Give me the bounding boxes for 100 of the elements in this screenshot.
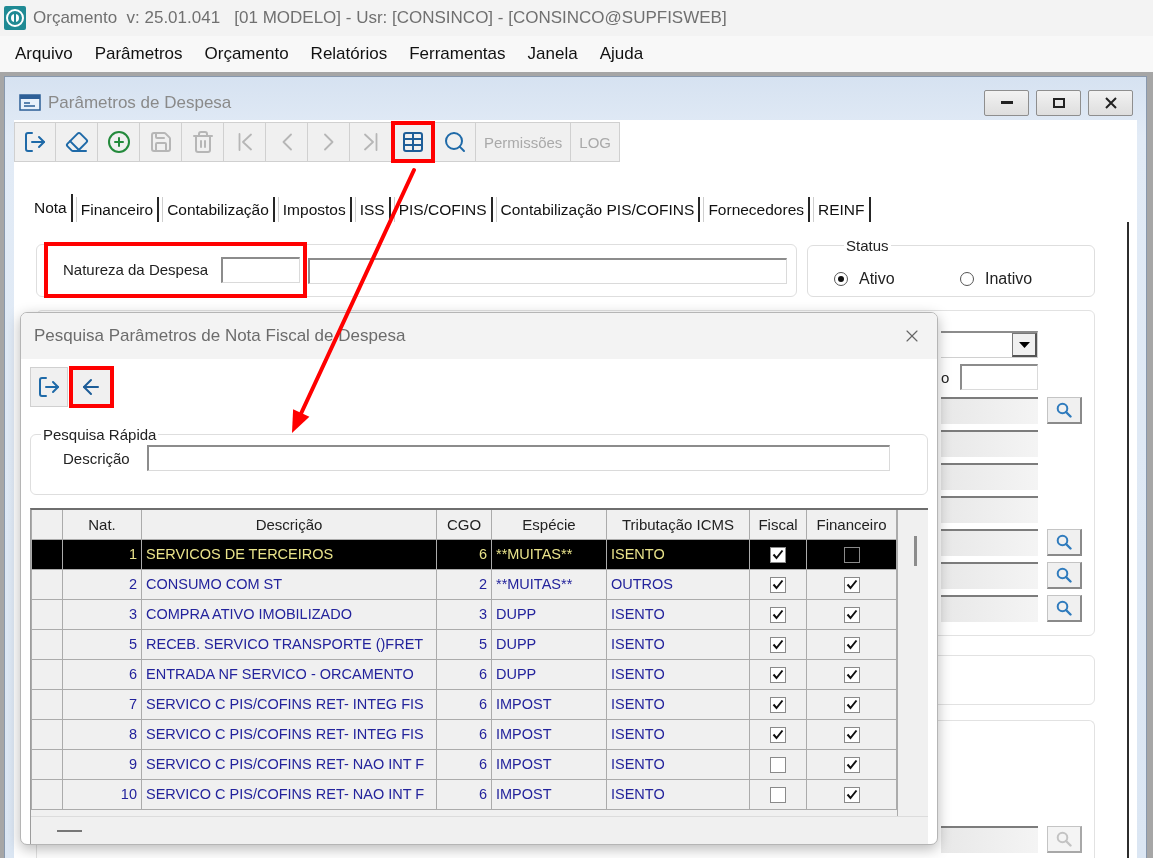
checkbox[interactable]: [843, 786, 860, 803]
table-cell: 6: [436, 719, 492, 749]
input-field[interactable]: [308, 257, 787, 284]
table-row[interactable]: 2 CONSUMO COM ST 2 **MUITAS** OUTROS: [31, 569, 897, 599]
tab[interactable]: Impostos: [277, 197, 352, 222]
row-header-cell: [31, 539, 63, 569]
dropdown-toggle[interactable]: [1012, 333, 1037, 357]
chevron-bar-left-icon: [237, 133, 252, 151]
table-row[interactable]: 6 ENTRADA NF SERVICO - ORCAMENTO 6 DUPP ISENTO: [31, 659, 897, 689]
checkbox[interactable]: [843, 726, 860, 743]
close-icon: [1104, 96, 1117, 109]
chevron-bar-right-icon: [363, 133, 378, 151]
exit-icon: [37, 375, 61, 399]
exit-button[interactable]: [14, 122, 56, 162]
lookup-button[interactable]: [1047, 529, 1082, 556]
checkbox[interactable]: [843, 696, 860, 713]
table-cell: 2: [62, 569, 142, 599]
table-cell: 8: [62, 719, 142, 749]
table-cell: 6: [436, 659, 492, 689]
radio-option[interactable]: Ativo: [834, 270, 960, 288]
checkbox[interactable]: [770, 726, 786, 743]
checkbox[interactable]: [770, 636, 786, 653]
minus-icon: [57, 829, 82, 832]
table-cell: CONSUMO COM ST: [141, 569, 437, 599]
eraser-icon: [64, 130, 89, 154]
row-header-cell: [31, 779, 63, 809]
table-row[interactable]: 8 SERVICO C PIS/COFINS RET- INTEG FIS 6 IMPOST ISENTO: [31, 719, 897, 749]
table-cell: SERVICO C PIS/COFINS RET- NAO INT F: [141, 779, 437, 809]
checkbox[interactable]: [843, 636, 860, 653]
table-cell: **MUITAS**: [491, 569, 607, 599]
tab[interactable]: Financeiro: [75, 197, 160, 222]
table-row[interactable]: 3 COMPRA ATIVO IMOBILIZADO 3 DUPP ISENTO: [31, 599, 897, 629]
table-cell: ISENTO: [606, 749, 750, 779]
grid-view-button[interactable]: [392, 122, 434, 162]
minimize-button[interactable]: [984, 89, 1029, 116]
tab[interactable]: ISS: [354, 197, 391, 222]
checkbox[interactable]: [843, 576, 860, 593]
checkbox[interactable]: [770, 756, 786, 773]
tab[interactable]: Contabilização: [162, 197, 275, 222]
checkbox[interactable]: [770, 786, 786, 803]
table-cell: SERVICO C PIS/COFINS RET- NAO INT F: [141, 749, 437, 779]
table-cell: SERVICO C PIS/COFINS RET- INTEG FIS: [141, 719, 437, 749]
menu-item[interactable]: Parâmetros: [83, 39, 194, 69]
checkbox[interactable]: [770, 696, 786, 713]
add-button[interactable]: [98, 122, 140, 162]
group-title: Status: [845, 237, 890, 254]
table-cell: 2: [436, 569, 492, 599]
search-icon: [442, 130, 467, 154]
menu-item[interactable]: Orçamento: [193, 39, 300, 69]
table-row[interactable]: 9 SERVICO C PIS/COFINS RET- NAO INT F 6 IMPOST ISENTO: [31, 749, 897, 779]
input-field[interactable]: [221, 256, 300, 283]
tab[interactable]: Fornecedores: [703, 197, 810, 222]
table-cell: 6: [436, 749, 492, 779]
table-cell: SERVICO C PIS/COFINS RET- INTEG FIS: [141, 689, 437, 719]
save-icon: [148, 130, 173, 154]
table-cell: 5: [62, 629, 142, 659]
column-header[interactable]: Nat.: [62, 510, 142, 539]
column-header[interactable]: Espécie: [491, 510, 607, 539]
menu-item[interactable]: Arquivo: [4, 39, 84, 69]
lookup-button[interactable]: [1047, 397, 1082, 424]
table-cell: IMPOST: [491, 719, 607, 749]
checkbox[interactable]: [843, 756, 860, 773]
lookup-button[interactable]: [1047, 595, 1082, 622]
search-button[interactable]: [434, 122, 476, 162]
exit-button[interactable]: [30, 367, 68, 407]
back-button[interactable]: [70, 367, 113, 407]
dropdown-field[interactable]: [941, 331, 1038, 358]
search-field[interactable]: [147, 445, 890, 471]
menu-item[interactable]: Janela: [516, 39, 589, 69]
maximize-button[interactable]: [1036, 89, 1081, 116]
table-cell: ISENTO: [606, 689, 750, 719]
column-header[interactable]: Financeiro: [806, 510, 897, 539]
input-field[interactable]: [960, 364, 1038, 390]
tab[interactable]: Contabilização PIS/COFINS: [495, 197, 701, 222]
column-header[interactable]: Fiscal: [749, 510, 807, 539]
radio-option[interactable]: Inativo: [960, 270, 1086, 288]
clear-button[interactable]: [56, 122, 98, 162]
menu-item[interactable]: Relatórios: [299, 39, 399, 69]
table-row[interactable]: 7 SERVICO C PIS/COFINS RET- INTEG FIS 6 IMPOST ISENTO: [31, 689, 897, 719]
checkbox[interactable]: [770, 666, 786, 683]
close-button[interactable]: [1088, 89, 1133, 116]
checkbox[interactable]: [843, 546, 860, 563]
lookup-button[interactable]: [1047, 562, 1082, 589]
column-header[interactable]: Descrição: [141, 510, 437, 539]
table-row[interactable]: 5 RECEB. SERVICO TRANSPORTE ()FRET 5 DUPP ISENTO: [31, 629, 897, 659]
scrollbar-thumb[interactable]: [914, 536, 917, 566]
tab[interactable]: REINF: [813, 197, 871, 222]
checkbox[interactable]: [843, 606, 860, 623]
tab[interactable]: PIS/COFINS: [393, 197, 493, 222]
menu-item[interactable]: Ajuda: [588, 39, 655, 69]
checkbox[interactable]: [843, 666, 860, 683]
checkbox[interactable]: [770, 606, 786, 623]
menu-item[interactable]: Ferramentas: [398, 39, 517, 69]
checkbox[interactable]: [770, 546, 786, 563]
column-header[interactable]: Tributação ICMS: [606, 510, 750, 539]
checkbox[interactable]: [770, 576, 786, 593]
table-row[interactable]: 10 SERVICO C PIS/COFINS RET- NAO INT F 6 IMPOST ISENTO: [31, 779, 897, 809]
column-header[interactable]: CGO: [436, 510, 492, 539]
table-cell: DUPP: [491, 599, 607, 629]
table-row[interactable]: 1 SERVICOS DE TERCEIROS 6 **MUITAS** ISENTO: [31, 539, 897, 569]
